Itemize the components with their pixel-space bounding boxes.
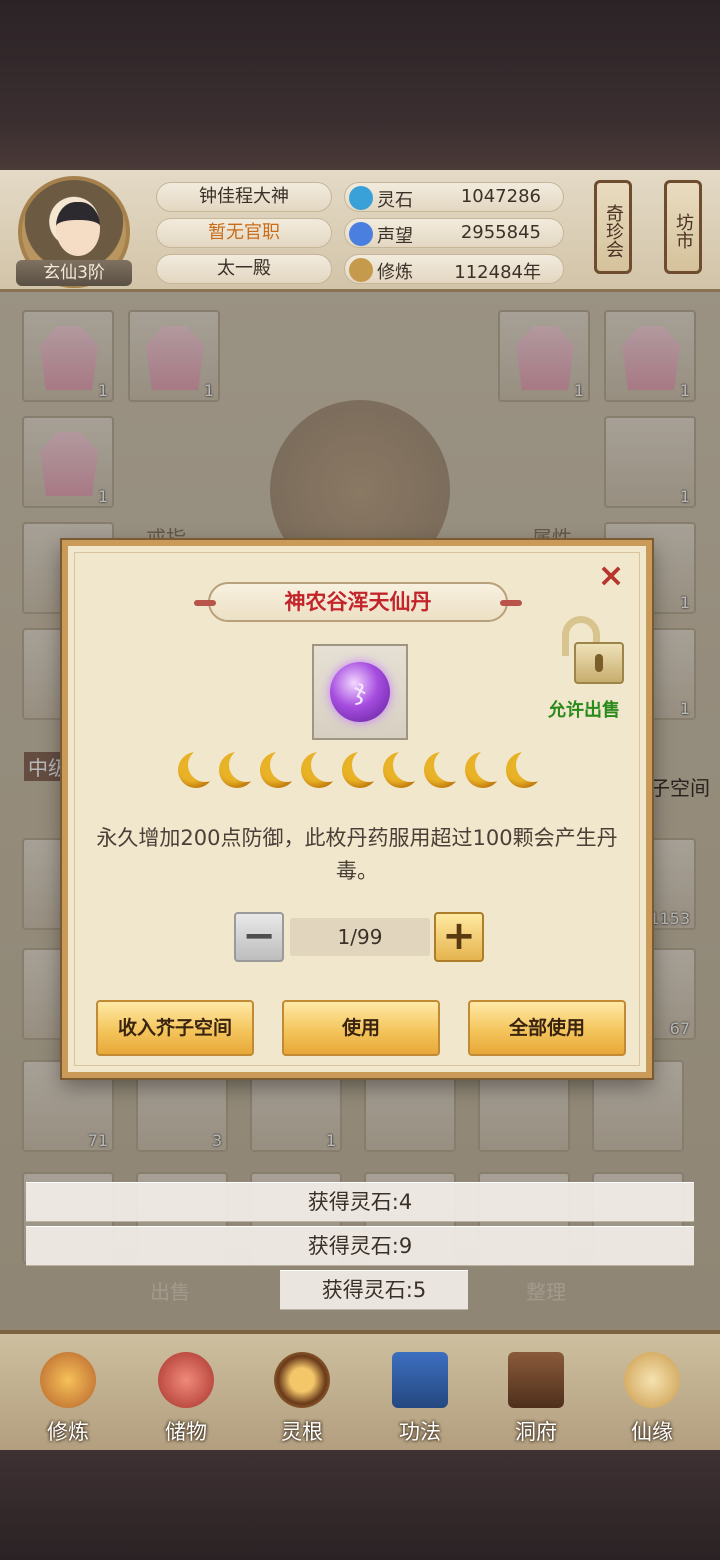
unlock-icon[interactable] [562,616,624,686]
sell-button[interactable]: 出售 [150,1276,190,1305]
moon-icon [465,748,509,788]
moon-icon [383,748,427,788]
store-to-space-button[interactable]: 收入芥子空间 [96,1000,254,1056]
destiny-icon [624,1352,680,1408]
resource-spirit-stone: 灵石 1047286 [344,182,564,212]
bottom-letterbox [0,1450,720,1560]
spirit-stone-icon [349,186,373,210]
moon-icon [260,748,304,788]
storage-icon [158,1352,214,1408]
allow-sale-label: 允许出售 [548,700,620,721]
pill-orb-icon: ჯ [330,662,390,722]
game-screen: 玄仙3阶 钟佳程大神 暂无官职 太一殿 灵石 1047286 声望 295584… [0,0,720,1560]
grade-moons [178,748,550,792]
player-name: 钟佳程大神 [156,182,332,212]
moon-icon [424,748,468,788]
cave-icon [508,1352,564,1408]
nav-spirit-root[interactable]: 灵根 [252,1352,352,1448]
sort-button[interactable]: 整理 [526,1276,566,1305]
nav-cave[interactable]: 洞府 [486,1352,586,1448]
reputation-icon [349,222,373,246]
nav-technique[interactable]: 功法 [370,1352,470,1448]
item-description: 永久增加200点防御，此枚丹药服用超过100颗会产生丹毒。 [96,826,618,883]
market-button[interactable]: 坊市 [664,180,702,274]
cultivate-icon [40,1352,96,1408]
quantity-value[interactable]: 1/99 [290,918,430,956]
top-letterbox [0,0,720,170]
nav-cultivate[interactable]: 修炼 [18,1352,118,1448]
item-title: 神农谷浑天仙丹 [194,582,522,622]
moon-icon [301,748,345,788]
treasure-fair-button[interactable]: 奇珍会 [594,180,632,274]
spirit-root-icon [274,1352,330,1408]
reward-notice: 获得灵石:4 [26,1182,694,1222]
moon-icon [219,748,263,788]
use-button[interactable]: 使用 [282,1000,440,1056]
moon-icon [342,748,386,788]
close-icon[interactable]: × [596,559,626,591]
quantity-increase-button[interactable]: + [434,912,484,962]
resource-reputation: 声望 2955845 [344,218,564,248]
cultivation-icon [349,258,373,282]
player-palace: 太一殿 [156,254,332,284]
moon-icon [506,748,550,788]
nav-destiny[interactable]: 仙缘 [602,1352,702,1448]
use-all-button[interactable]: 全部使用 [468,1000,626,1056]
quantity-decrease-button[interactable]: − [234,912,284,962]
player-office: 暂无官职 [156,218,332,248]
item-detail-dialog: 神农谷浑天仙丹 × ჯ 允许出售 永久增加200点防御，此枚丹药服用超过100颗… [62,540,652,1078]
moon-icon [178,748,222,788]
nav-storage[interactable]: 储物 [136,1352,236,1448]
resource-cultivation: 修炼 112484年 [344,254,564,284]
reward-notice: 获得灵石:5 [280,1270,468,1310]
item-icon-frame: ჯ [312,644,408,740]
technique-icon [392,1352,448,1408]
avatar-face [56,202,100,256]
player-rank: 玄仙3阶 [16,260,132,286]
reward-notice: 获得灵石:9 [26,1226,694,1266]
